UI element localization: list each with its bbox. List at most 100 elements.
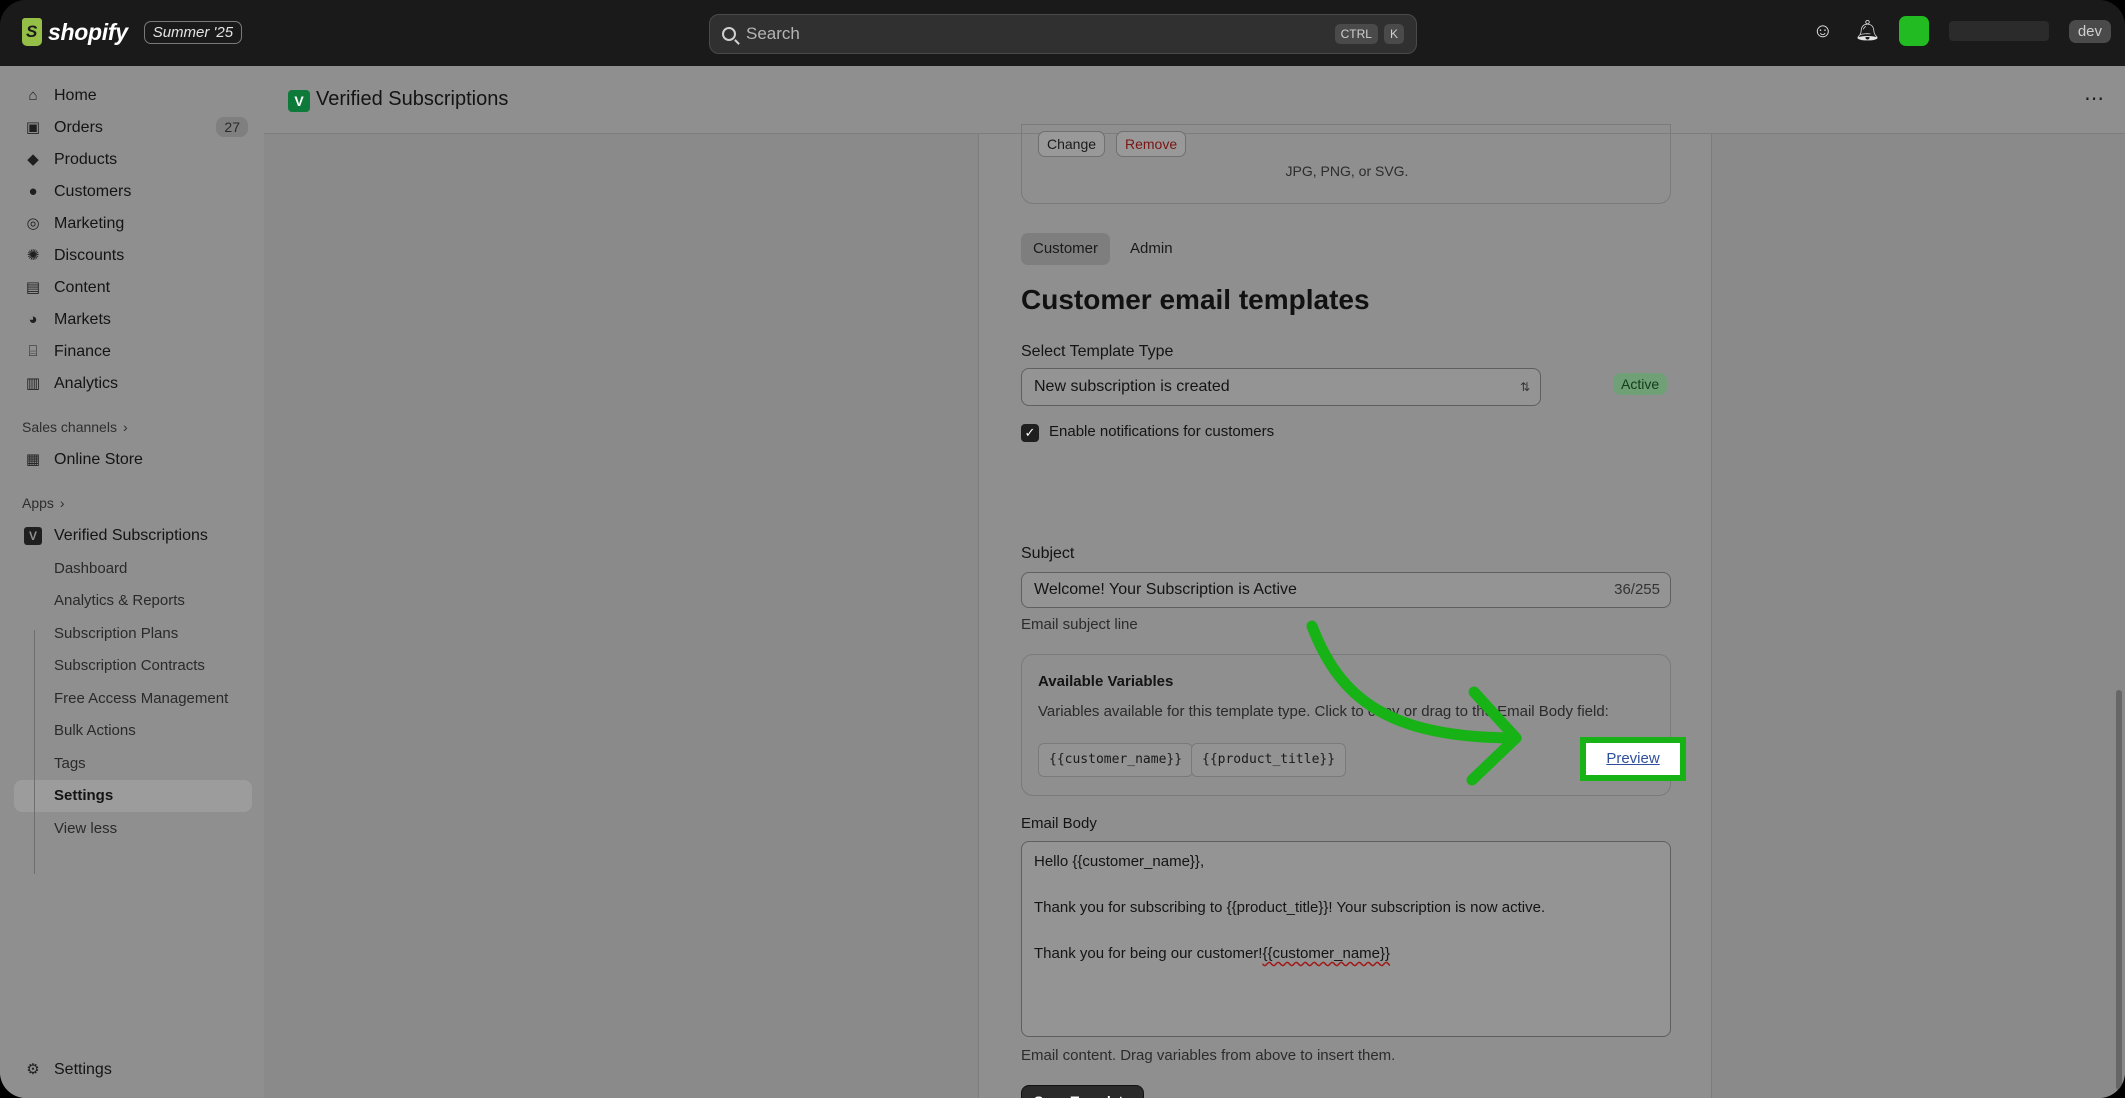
body-line: Thank you for being our customer!{{custo… [1034, 945, 1391, 962]
sidebar: ⌂ Home ▣ Orders 27 ◆ Products ● Customers ◎ Ma… [0, 66, 262, 1098]
shortcut-key-k: K [1383, 24, 1404, 44]
chevron-updown-icon: ⇅ [1519, 380, 1530, 394]
status-badge: Active [1613, 373, 1668, 395]
sidebar-item-verified-subscriptions[interactable]: V Verified Subscriptions [0, 520, 262, 552]
sidebar-item-markets[interactable]: ◕ Markets [0, 304, 262, 336]
avatar[interactable] [1898, 16, 1929, 46]
subject-help-text: Email subject line [1021, 616, 1138, 633]
bell-icon[interactable]: 🔔︎ [1855, 19, 1880, 43]
subject-label: Subject [1021, 545, 1075, 562]
assistant-icon[interactable]: ☺ [1811, 19, 1835, 43]
brand-name: shopify [48, 18, 128, 45]
change-logo-button[interactable]: Change [1038, 131, 1106, 157]
sidebar-item-analytics[interactable]: ▥ Analytics [0, 368, 262, 400]
shopify-logo[interactable]: shopify Summer '25 [22, 18, 243, 46]
body-variable-misspelled: {{customer_name}} [1262, 945, 1391, 962]
app-window: shopify Summer '25 Search CTRL K ☺ 🔔︎ de… [0, 0, 2125, 1098]
page-title: Verified Subscriptions [316, 88, 509, 110]
sidebar-item-customers[interactable]: ● Customers [0, 176, 262, 208]
sidebar-subitem-dashboard[interactable]: Dashboard [0, 552, 262, 585]
sidebar-subitem-analytics-reports[interactable]: Analytics & Reports [0, 585, 262, 618]
tag-icon: ◆ [27, 151, 39, 168]
scrollbar[interactable] [2111, 66, 2125, 1098]
body-line: Thank you for subscribing to {{product_t… [1034, 899, 1546, 916]
sidebar-item-products[interactable]: ◆ Products [0, 144, 262, 176]
home-icon: ⌂ [28, 87, 38, 104]
edition-badge: Summer '25 [143, 20, 243, 44]
discount-icon: ✺ [26, 247, 40, 264]
remove-logo-button[interactable]: Remove [1116, 131, 1187, 157]
sidebar-item-settings[interactable]: ⚙ Settings [0, 1054, 262, 1086]
sidebar-item-content[interactable]: ▤ Content [0, 272, 262, 304]
sidebar-item-marketing[interactable]: ◎ Marketing [0, 208, 262, 240]
apps-heading[interactable]: Apps › [0, 486, 262, 520]
tab-customer[interactable]: Customer [1021, 233, 1111, 265]
sidebar-subitem-view-less[interactable]: View less [0, 812, 262, 845]
search-placeholder: Search [746, 24, 800, 43]
sidebar-subitem-settings[interactable]: Settings [14, 779, 252, 812]
bank-icon: ⌸ [28, 343, 38, 360]
globe-icon: ◕ [28, 311, 38, 328]
upload-hint: JPG, PNG, or SVG. [1285, 163, 1409, 179]
preview-highlight: Preview [1580, 737, 1686, 781]
settings-card: Change Remove JPG, PNG, or SVG. Customer… [978, 124, 1712, 1098]
person-icon: ● [28, 183, 38, 200]
variables-title: Available Variables [1038, 673, 1174, 690]
sales-channels-heading[interactable]: Sales channels › [0, 410, 262, 444]
body-line [1034, 919, 1658, 942]
email-body-help-text: Email content. Drag variables from above… [1021, 1047, 1396, 1064]
sidebar-item-online-store[interactable]: ▦ Online Store [0, 444, 262, 476]
shopify-bag-icon [22, 18, 42, 46]
sidebar-item-discounts[interactable]: ✺ Discounts [0, 240, 262, 272]
more-actions-icon[interactable]: ⋯ [2084, 86, 2105, 111]
variables-description: Variables available for this template ty… [1038, 703, 1609, 720]
search-icon [722, 27, 736, 41]
store-name-redacted[interactable] [1948, 21, 2049, 41]
bar-chart-icon: ▥ [25, 375, 41, 392]
logo-upload-box: Change Remove JPG, PNG, or SVG. [1021, 124, 1671, 204]
sidebar-item-home[interactable]: ⌂ Home [0, 80, 262, 112]
dev-badge[interactable]: dev [2068, 19, 2111, 43]
sidebar-item-orders[interactable]: ▣ Orders 27 [0, 112, 262, 144]
sidebar-subitem-bulk-actions[interactable]: Bulk Actions [0, 715, 262, 748]
inbox-icon: ▣ [25, 119, 41, 136]
storefront-icon: ▦ [25, 451, 41, 468]
sidebar-subitem-subscription-plans[interactable]: Subscription Plans [0, 617, 262, 650]
main-content: V Verified Subscriptions ⋯ Change Remove… [264, 66, 2125, 1098]
available-variables-panel: Available Variables Variables available … [1021, 654, 1671, 796]
save-template-button[interactable]: Save Template [1021, 1085, 1145, 1098]
body-line [1034, 873, 1658, 896]
shortcut-key-ctrl: CTRL [1334, 24, 1378, 44]
app-body: ⌂ Home ▣ Orders 27 ◆ Products ● Customers ◎ Ma… [0, 66, 2125, 1098]
variable-chip-product-title[interactable]: {{product_title}} [1191, 743, 1347, 777]
subject-input[interactable]: Welcome! Your Subscription is Active 36/… [1021, 572, 1671, 608]
tab-admin[interactable]: Admin [1118, 233, 1185, 265]
template-tabs: Customer Admin [1021, 233, 1185, 265]
enable-notifications-checkbox[interactable]: ✓ [1021, 424, 1039, 442]
enable-notifications-label: Enable notifications for customers [1049, 423, 1275, 440]
subject-char-counter: 36/255 [1614, 581, 1660, 598]
chevron-right-icon: › [59, 495, 65, 511]
template-type-label: Select Template Type [1021, 343, 1174, 360]
section-heading: Customer email templates [1021, 284, 1370, 315]
scroll-thumb[interactable] [2116, 690, 2122, 1090]
sidebar-subitem-subscription-contracts[interactable]: Subscription Contracts [0, 650, 262, 683]
search-bar[interactable]: Search CTRL K [709, 14, 1417, 54]
sidebar-subitem-tags[interactable]: Tags [0, 747, 262, 780]
top-bar: shopify Summer '25 Search CTRL K ☺ 🔔︎ de… [0, 0, 2125, 66]
verified-app-icon: V [24, 527, 42, 545]
email-body-label: Email Body [1021, 815, 1097, 832]
gear-icon: ⚙ [26, 1061, 40, 1078]
sidebar-item-finance[interactable]: ⌸ Finance [0, 336, 262, 368]
target-icon: ◎ [26, 215, 40, 232]
verified-app-icon: V [288, 90, 310, 112]
template-type-select[interactable]: New subscription is created ⇅ [1021, 368, 1541, 406]
email-body-textarea[interactable]: Hello {{customer_name}}, Thank you for s… [1021, 841, 1671, 1037]
sidebar-subitem-free-access[interactable]: Free Access Management [0, 682, 262, 715]
preview-link[interactable]: Preview [1586, 743, 1680, 775]
chevron-right-icon: › [122, 419, 128, 435]
variable-chip-customer-name[interactable]: {{customer_name}} [1038, 743, 1194, 777]
orders-count-badge: 27 [216, 117, 248, 137]
body-line: Hello {{customer_name}}, [1034, 853, 1205, 870]
image-icon: ▤ [25, 279, 41, 296]
